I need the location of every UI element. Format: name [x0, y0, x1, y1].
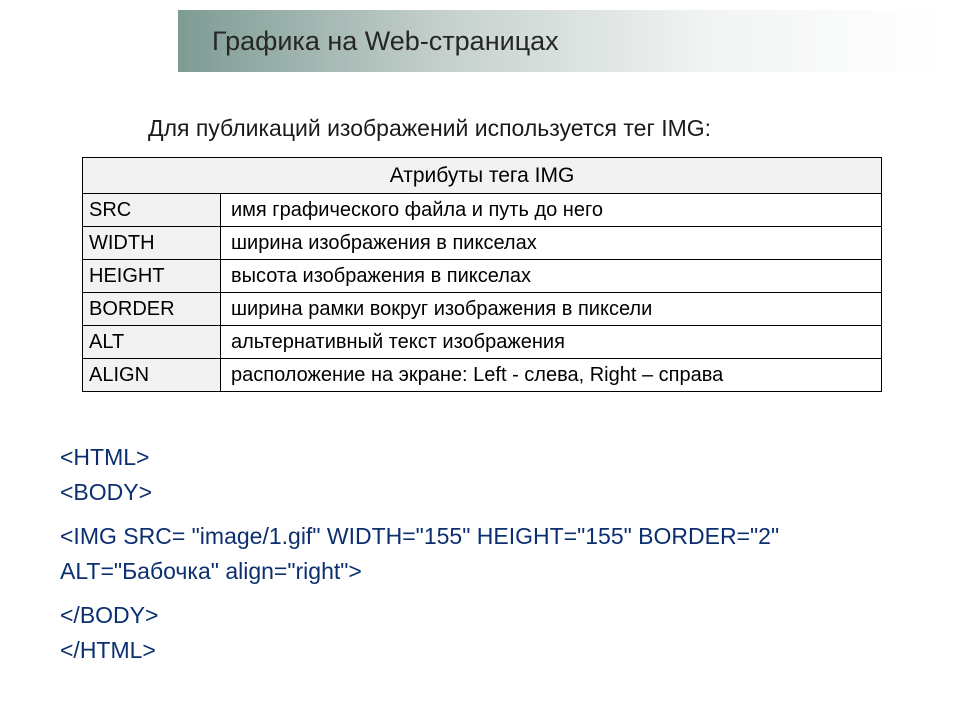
- attr-desc: высота изображения в пикселах: [221, 260, 882, 293]
- table-row: BORDER ширина рамки вокруг изображения в…: [83, 293, 882, 326]
- code-line: </HTML>: [60, 633, 779, 668]
- code-line: ALT="Бабочка" align="right">: [60, 554, 779, 589]
- title-bar: Графика на Web-страницах: [178, 10, 948, 72]
- code-line: </BODY>: [60, 598, 779, 633]
- attr-name: ALIGN: [83, 359, 221, 392]
- attr-name: BORDER: [83, 293, 221, 326]
- attr-desc: имя графического файла и путь до него: [221, 194, 882, 227]
- attr-name: ALT: [83, 326, 221, 359]
- intro-text: Для публикаций изображений используется …: [148, 115, 711, 142]
- attr-desc: ширина рамки вокруг изображения в пиксел…: [221, 293, 882, 326]
- table-row: ALIGN расположение на экране: Left - сле…: [83, 359, 882, 392]
- attr-name: WIDTH: [83, 227, 221, 260]
- code-example: <HTML> <BODY> <IMG SRC= "image/1.gif" WI…: [60, 440, 779, 667]
- attr-desc: расположение на экране: Left - слева, Ri…: [221, 359, 882, 392]
- table-header-row: Атрибуты тега IMG: [83, 158, 882, 194]
- page-title: Графика на Web-страницах: [212, 26, 559, 57]
- code-line: <BODY>: [60, 475, 779, 510]
- attr-name: HEIGHT: [83, 260, 221, 293]
- attr-desc: ширина изображения в пикселах: [221, 227, 882, 260]
- table-caption: Атрибуты тега IMG: [83, 158, 882, 194]
- attr-desc: альтернативный текст изображения: [221, 326, 882, 359]
- table-row: SRC имя графического файла и путь до нег…: [83, 194, 882, 227]
- table-row: WIDTH ширина изображения в пикселах: [83, 227, 882, 260]
- code-line: <HTML>: [60, 440, 779, 475]
- code-line: <IMG SRC= "image/1.gif" WIDTH="155" HEIG…: [60, 519, 779, 554]
- table-row: HEIGHT высота изображения в пикселах: [83, 260, 882, 293]
- attr-name: SRC: [83, 194, 221, 227]
- table-row: ALT альтернативный текст изображения: [83, 326, 882, 359]
- table-container: Атрибуты тега IMG SRC имя графического ф…: [82, 157, 882, 392]
- img-attributes-table: Атрибуты тега IMG SRC имя графического ф…: [82, 157, 882, 392]
